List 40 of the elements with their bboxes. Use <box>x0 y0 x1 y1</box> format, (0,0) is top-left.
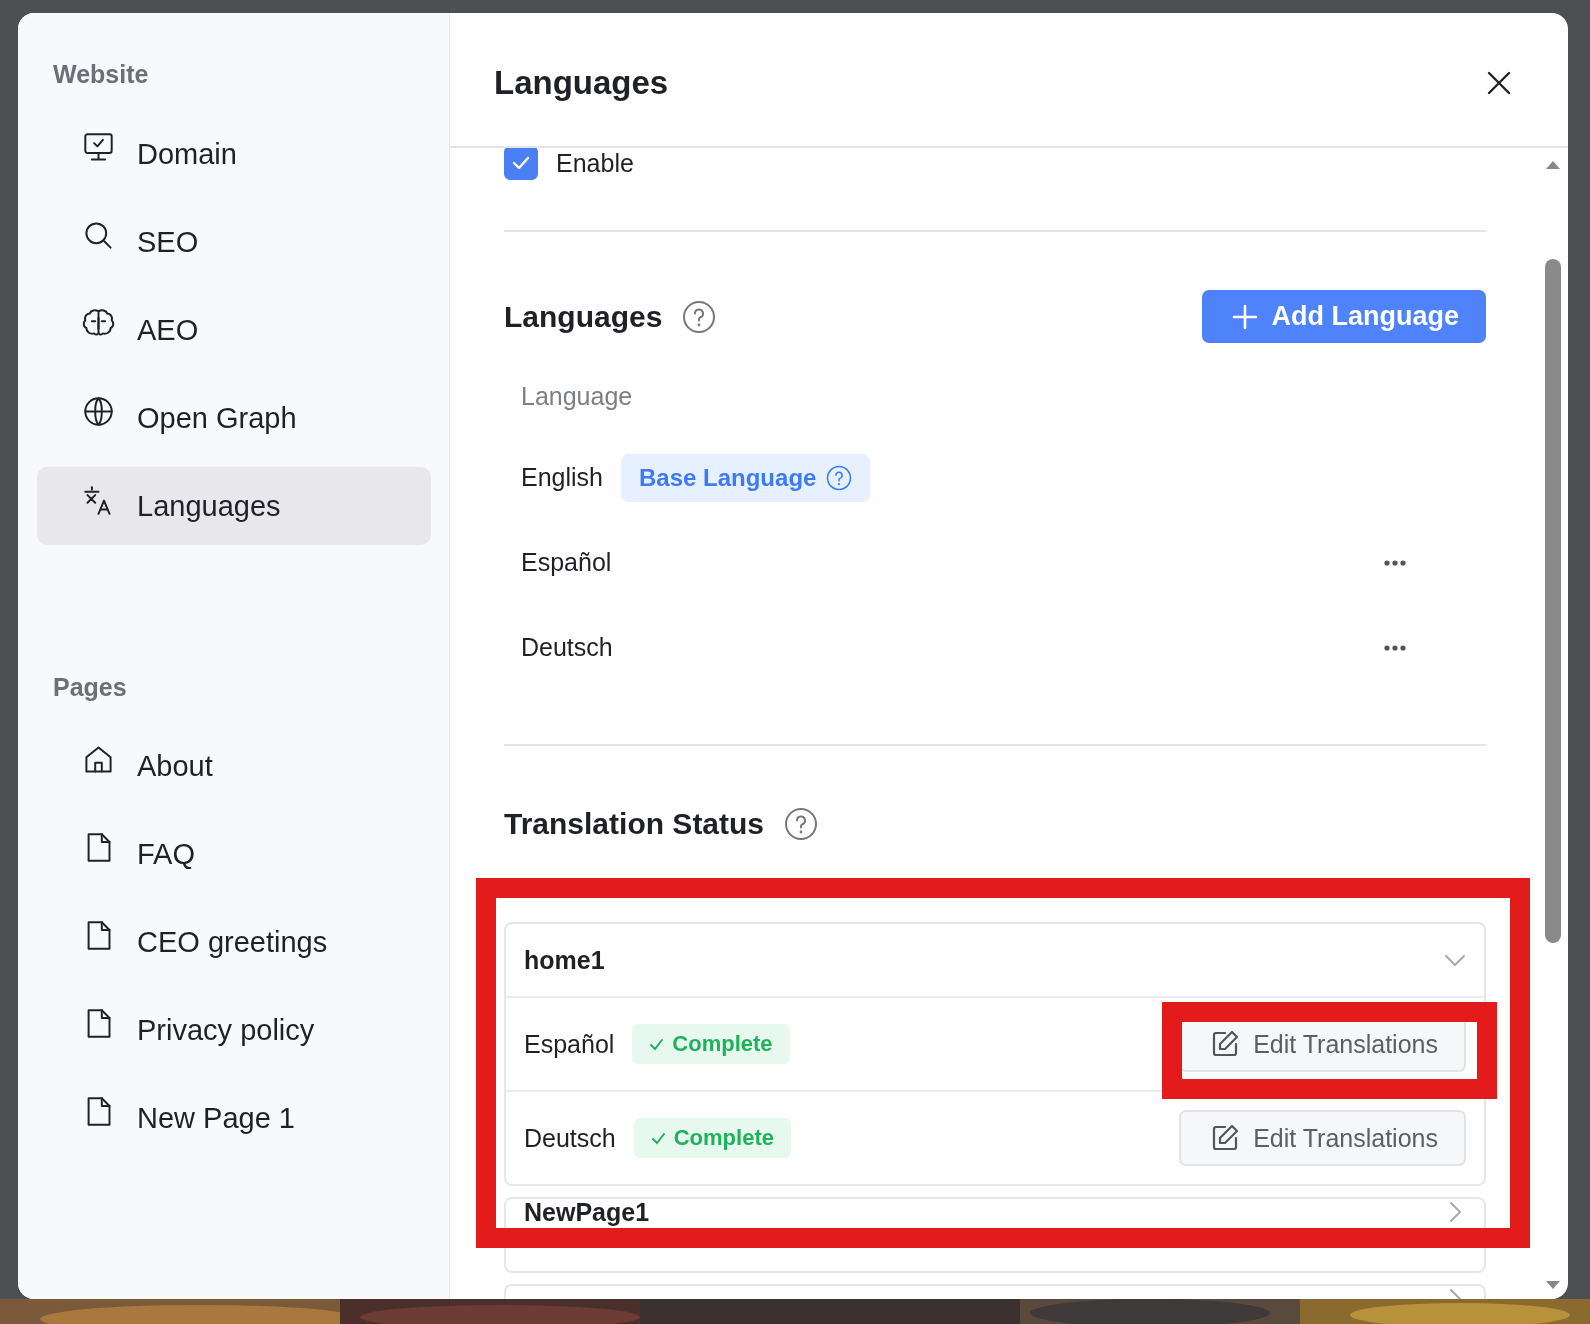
edit-translations-button[interactable]: Edit Translations <box>1179 1110 1466 1166</box>
language-name: Español <box>521 548 612 577</box>
sidebar-item[interactable]: AEO <box>37 291 431 369</box>
sidebar-item[interactable]: SEO <box>37 203 431 281</box>
sidebar-item[interactable]: About <box>37 727 431 805</box>
help-icon[interactable] <box>826 464 853 491</box>
sidebar-item[interactable]: New Page 1 <box>37 1079 431 1157</box>
status-badge: Complete <box>633 1118 791 1158</box>
check-icon <box>649 1036 665 1052</box>
checkbox-label: Enable <box>556 148 634 178</box>
sidebar-item[interactable]: CEO greetings <box>37 903 431 981</box>
check-icon <box>650 1130 666 1146</box>
monitor-icon <box>82 130 115 164</box>
dialog-title: Languages <box>494 63 669 102</box>
globe-icon <box>82 394 115 428</box>
language-name: Español <box>524 1029 615 1059</box>
close-icon[interactable] <box>1486 69 1512 96</box>
more-icon[interactable] <box>1384 559 1406 566</box>
sidebar-item[interactable]: Domain <box>37 115 431 193</box>
help-icon[interactable] <box>682 299 717 334</box>
add-language-button[interactable]: Add Language <box>1201 290 1486 343</box>
section-heading: Languages <box>504 299 663 334</box>
page-name: home1 <box>524 945 605 975</box>
language-name: Deutsch <box>524 1123 616 1153</box>
sidebar-item[interactable]: Languages <box>37 467 431 545</box>
language-name: Deutsch <box>521 633 613 662</box>
checkbox[interactable] <box>504 148 538 180</box>
sidebar-item[interactable]: Privacy policy <box>37 991 431 1069</box>
sidebar-section-title: Website <box>52 60 150 88</box>
sidebar-item[interactable]: FAQ <box>37 815 431 893</box>
column-header: Language <box>520 381 634 412</box>
status-badge: Complete <box>632 1024 790 1064</box>
sidebar-section-title: Pages <box>52 673 128 701</box>
help-icon[interactable] <box>784 807 819 841</box>
more-icon[interactable] <box>1384 644 1406 651</box>
plus-icon <box>1231 303 1258 330</box>
sidebar-item[interactable]: Open Graph <box>37 379 431 457</box>
language-name: English <box>521 463 603 492</box>
base-language-badge: Base Language <box>621 453 871 502</box>
section-heading: Translation Status <box>504 807 765 841</box>
